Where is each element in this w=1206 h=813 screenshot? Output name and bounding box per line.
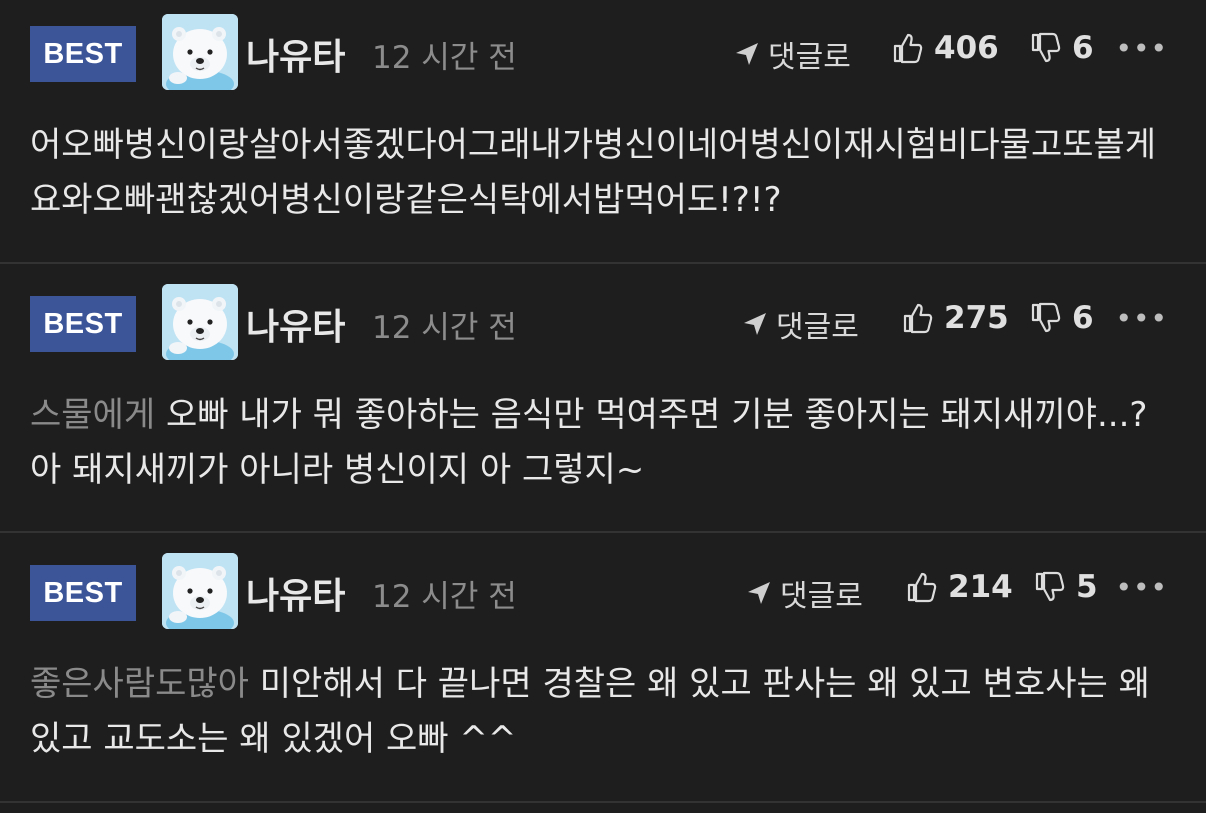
timestamp: 12 시간 전 bbox=[372, 310, 517, 346]
timestamp: 12 시간 전 bbox=[372, 40, 517, 76]
reply-arrow-icon bbox=[746, 580, 772, 606]
thumbs-up-icon bbox=[892, 32, 924, 64]
comment-text: 오빠 내가 뭐 좋아하는 음식만 먹여주면 기분 좋아지는 돼지새끼야...? … bbox=[30, 395, 1148, 490]
reply-arrow-icon bbox=[734, 41, 760, 67]
reply-label: 댓글로 bbox=[780, 579, 863, 614]
username[interactable]: 나유타 bbox=[246, 567, 345, 619]
timestamp: 12 시간 전 bbox=[372, 579, 517, 615]
thumbs-up-icon bbox=[906, 571, 938, 603]
reply-button[interactable]: 댓글로 bbox=[746, 571, 863, 615]
comment-header: BEST 나유타 12 시간 전 bbox=[30, 284, 1176, 360]
reply-arrow-icon bbox=[742, 311, 768, 337]
like-button[interactable]: 406 bbox=[892, 30, 999, 66]
username[interactable]: 나유타 bbox=[246, 28, 345, 80]
dislike-count: 6 bbox=[1072, 300, 1094, 336]
comment-body: 스물에게 오빠 내가 뭐 좋아하는 음식만 먹여주면 기분 좋아지는 돼지새끼야… bbox=[30, 388, 1176, 498]
best-badge: BEST bbox=[30, 26, 136, 82]
like-count: 406 bbox=[934, 30, 999, 66]
polar-bear-icon bbox=[162, 284, 238, 360]
polar-bear-icon bbox=[162, 14, 238, 90]
comment-text: 어오빠병신이랑살아서좋겠다어그래내가병신이네어병신이재시험비다물고또볼게요와오빠… bbox=[30, 125, 1157, 220]
dislike-button[interactable]: 6 bbox=[1030, 300, 1094, 336]
thumbs-down-icon bbox=[1034, 571, 1066, 603]
polar-bear-icon bbox=[162, 553, 238, 629]
reply-button[interactable]: 댓글로 bbox=[742, 302, 859, 346]
user-avatar[interactable] bbox=[162, 553, 238, 629]
reply-label: 댓글로 bbox=[776, 310, 859, 345]
mention: 좋은사람도많아 bbox=[30, 664, 249, 704]
user-avatar[interactable] bbox=[162, 284, 238, 360]
comment-body: 좋은사람도많아 미안해서 다 끝나면 경찰은 왜 있고 판사는 왜 있고 변호사… bbox=[30, 657, 1176, 767]
dislike-count: 5 bbox=[1076, 569, 1098, 605]
reply-button[interactable]: 댓글로 bbox=[734, 32, 851, 76]
reply-label: 댓글로 bbox=[768, 40, 851, 75]
user-avatar[interactable] bbox=[162, 14, 238, 90]
comment-header: BEST 나유타 12 시간 전 bbox=[30, 14, 1176, 90]
more-dots-icon[interactable]: ••• bbox=[1115, 573, 1168, 603]
comment-item: BEST 나유타 12 시간 전 bbox=[0, 0, 1206, 264]
like-count: 275 bbox=[944, 300, 1009, 336]
best-badge: BEST bbox=[30, 296, 136, 352]
mention: 스물에게 bbox=[30, 395, 156, 435]
comment-body: 어오빠병신이랑살아서좋겠다어그래내가병신이네어병신이재시험비다물고또볼게요와오빠… bbox=[30, 118, 1176, 228]
username[interactable]: 나유타 bbox=[246, 298, 345, 350]
like-count: 214 bbox=[948, 569, 1013, 605]
like-button[interactable]: 275 bbox=[902, 300, 1009, 336]
like-button[interactable]: 214 bbox=[906, 569, 1013, 605]
dislike-button[interactable]: 5 bbox=[1034, 569, 1098, 605]
thumbs-down-icon bbox=[1030, 32, 1062, 64]
comment-header: BEST 나유타 12 시간 전 bbox=[30, 553, 1176, 629]
more-dots-icon[interactable]: ••• bbox=[1115, 34, 1168, 64]
thumbs-up-icon bbox=[902, 302, 934, 334]
comment-item: BEST 나유타 12 시간 전 bbox=[0, 264, 1206, 533]
more-dots-icon[interactable]: ••• bbox=[1115, 304, 1168, 334]
thumbs-down-icon bbox=[1030, 302, 1062, 334]
dislike-count: 6 bbox=[1072, 30, 1094, 66]
best-badge: BEST bbox=[30, 565, 136, 621]
comment-item: BEST 나유타 12 시간 전 bbox=[0, 533, 1206, 803]
dislike-button[interactable]: 6 bbox=[1030, 30, 1094, 66]
